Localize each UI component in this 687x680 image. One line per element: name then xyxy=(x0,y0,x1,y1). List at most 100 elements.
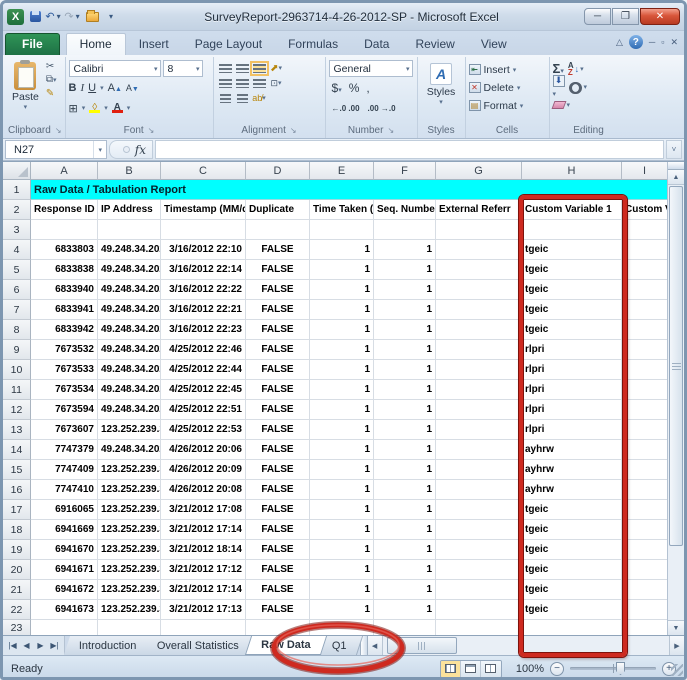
data-cell[interactable]: 4/25/2012 22:51 xyxy=(161,400,246,420)
data-cell[interactable]: 4/25/2012 22:44 xyxy=(161,360,246,380)
paste-dropdown-icon[interactable]: ▾ xyxy=(24,103,28,111)
ribbon-tab-page-layout[interactable]: Page Layout xyxy=(182,34,275,55)
data-cell[interactable]: tgeic xyxy=(522,600,622,620)
data-cell[interactable] xyxy=(622,360,667,380)
sort-filter-button[interactable]: AZ↓▾ xyxy=(568,62,584,76)
name-box[interactable]: N27 ▾ xyxy=(5,140,107,159)
data-cell[interactable]: 1 xyxy=(310,600,374,620)
shrink-font-button[interactable]: A▼ xyxy=(126,83,139,93)
data-cell[interactable]: 7673532 xyxy=(31,340,98,360)
data-cell[interactable] xyxy=(436,260,522,280)
data-cell[interactable] xyxy=(622,500,667,520)
clear-button[interactable]: ▾ xyxy=(553,101,571,109)
accounting-format-button[interactable]: $▾ xyxy=(332,81,342,95)
data-cell[interactable]: 1 xyxy=(374,240,436,260)
data-cell[interactable] xyxy=(622,340,667,360)
vertical-split-box[interactable] xyxy=(668,162,684,170)
data-cell[interactable]: 3/16/2012 22:22 xyxy=(161,280,246,300)
data-cell[interactable]: FALSE xyxy=(246,500,310,520)
data-cell[interactable]: 49.248.34.202 xyxy=(98,260,161,280)
row-header-22[interactable]: 22 xyxy=(3,600,31,620)
data-cell[interactable]: 123.252.239.3 xyxy=(98,480,161,500)
data-cell[interactable] xyxy=(622,460,667,480)
zoom-level[interactable]: 100% xyxy=(516,663,544,675)
column-header-b[interactable]: B xyxy=(98,162,161,180)
data-cell[interactable] xyxy=(436,280,522,300)
data-cell[interactable]: 123.252.239.3 xyxy=(98,580,161,600)
column-title-cell[interactable]: IP Address xyxy=(98,200,161,220)
data-cell[interactable]: 1 xyxy=(310,340,374,360)
data-cell[interactable]: ayhrw xyxy=(522,480,622,500)
align-right-button[interactable] xyxy=(251,76,268,90)
data-cell[interactable]: 7673607 xyxy=(31,420,98,440)
find-select-button[interactable]: ▾ xyxy=(569,82,588,91)
data-cell[interactable]: FALSE xyxy=(246,460,310,480)
data-cell[interactable]: 4/25/2012 22:53 xyxy=(161,420,246,440)
data-cell[interactable]: tgeic xyxy=(522,320,622,340)
column-title-cell[interactable]: Time Taken ( xyxy=(310,200,374,220)
data-cell[interactable]: 1 xyxy=(310,540,374,560)
row-header-14[interactable]: 14 xyxy=(3,440,31,460)
redo-button[interactable]: ↷▾ xyxy=(65,9,81,24)
undo-button[interactable]: ↶▾ xyxy=(46,9,62,24)
font-name-combobox[interactable]: Calibri▾ xyxy=(69,60,161,77)
data-cell[interactable]: 3/21/2012 18:14 xyxy=(161,540,246,560)
column-title-cell[interactable]: Timestamp (MM/dd xyxy=(161,200,246,220)
data-cell[interactable]: 1 xyxy=(310,440,374,460)
data-cell[interactable]: 6833803 xyxy=(31,240,98,260)
name-box-dropdown-icon[interactable]: ▾ xyxy=(93,141,106,158)
data-cell[interactable]: rlpri xyxy=(522,360,622,380)
horizontal-scroll-thumb[interactable] xyxy=(387,637,457,654)
data-cell[interactable]: 1 xyxy=(374,560,436,580)
data-cell[interactable]: 123.252.239.3 xyxy=(98,540,161,560)
zoom-out-button[interactable]: − xyxy=(550,662,564,676)
increase-indent-button[interactable] xyxy=(234,91,251,105)
data-cell[interactable]: 49.248.34.202 xyxy=(98,440,161,460)
border-button[interactable]: ⊞ xyxy=(69,102,78,115)
fill-button[interactable]: ⬇▾ xyxy=(553,75,565,99)
data-cell[interactable]: 7673594 xyxy=(31,400,98,420)
data-cell[interactable]: 3/16/2012 22:23 xyxy=(161,320,246,340)
data-cell[interactable]: 1 xyxy=(310,280,374,300)
column-header-h[interactable]: H xyxy=(522,162,622,180)
percent-style-button[interactable]: % xyxy=(349,81,360,95)
data-cell[interactable]: tgeic xyxy=(522,260,622,280)
column-header-i[interactable]: I xyxy=(622,162,667,180)
data-cell[interactable] xyxy=(436,400,522,420)
data-cell[interactable]: 123.252.239.3 xyxy=(98,600,161,620)
bold-button[interactable]: B xyxy=(69,82,77,94)
data-cell[interactable]: FALSE xyxy=(246,480,310,500)
last-sheet-icon[interactable]: ▶| xyxy=(48,641,61,650)
data-cell[interactable]: 1 xyxy=(310,500,374,520)
data-cell[interactable] xyxy=(622,420,667,440)
row-header-6[interactable]: 6 xyxy=(3,280,31,300)
fill-color-dropdown-icon[interactable]: ▾ xyxy=(104,104,108,112)
data-cell[interactable]: rlpri xyxy=(522,400,622,420)
row-header-17[interactable]: 17 xyxy=(3,500,31,520)
data-cell[interactable]: 1 xyxy=(310,300,374,320)
font-size-combobox[interactable]: 8▾ xyxy=(163,60,203,77)
data-cell[interactable] xyxy=(436,580,522,600)
data-cell[interactable]: 1 xyxy=(374,520,436,540)
data-cell[interactable] xyxy=(622,560,667,580)
data-cell[interactable]: 1 xyxy=(310,240,374,260)
data-cell[interactable] xyxy=(436,380,522,400)
data-cell[interactable]: 49.248.34.202 xyxy=(98,360,161,380)
ribbon-tab-home[interactable]: Home xyxy=(66,33,126,55)
row-header-1[interactable]: 1 xyxy=(3,180,31,200)
align-left-button[interactable] xyxy=(217,76,234,90)
data-cell[interactable] xyxy=(436,300,522,320)
data-cell[interactable]: 1 xyxy=(374,400,436,420)
data-cell[interactable] xyxy=(622,380,667,400)
data-cell[interactable]: 6941671 xyxy=(31,560,98,580)
data-cell[interactable]: 1 xyxy=(310,360,374,380)
data-cell[interactable] xyxy=(436,560,522,580)
data-cell[interactable]: FALSE xyxy=(246,380,310,400)
row-header-15[interactable]: 15 xyxy=(3,460,31,480)
empty-cell[interactable] xyxy=(436,620,522,635)
data-cell[interactable]: tgeic xyxy=(522,560,622,580)
data-cell[interactable]: 1 xyxy=(374,440,436,460)
bottom-align-button[interactable] xyxy=(251,61,268,75)
data-cell[interactable]: 3/21/2012 17:08 xyxy=(161,500,246,520)
data-cell[interactable]: 3/16/2012 22:10 xyxy=(161,240,246,260)
